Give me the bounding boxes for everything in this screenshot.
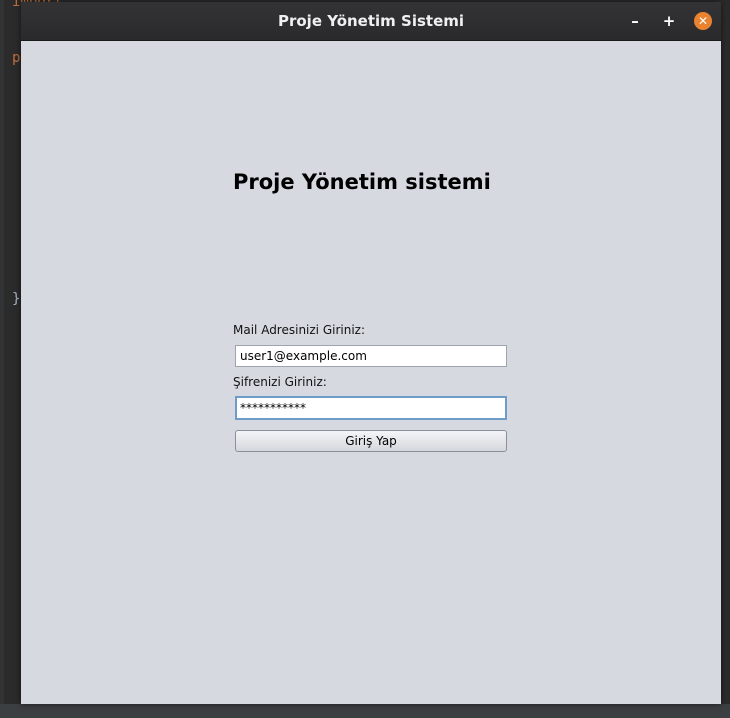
editor-gutter	[0, 0, 4, 718]
minimize-button[interactable]: –	[626, 12, 644, 30]
close-icon: ✕	[697, 14, 709, 28]
email-label: Mail Adresinizi Giriniz:	[233, 323, 366, 337]
window-title: Proje Yönetim Sistemi	[277, 12, 465, 30]
password-label: Şifrenizi Giriniz:	[233, 375, 327, 389]
close-button[interactable]: ✕	[694, 12, 712, 30]
maximize-button[interactable]: +	[660, 12, 678, 30]
minimize-icon: –	[631, 12, 639, 30]
background-code-line: }	[12, 291, 21, 307]
email-field[interactable]	[235, 345, 507, 367]
background-code-line: p	[12, 50, 21, 66]
ide-status-bar	[0, 704, 730, 718]
page-title: Proje Yönetim sistemi	[233, 170, 491, 194]
window-titlebar[interactable]: Proje Yönetim Sistemi – + ✕	[21, 2, 721, 41]
login-window: Proje Yönetim Sistemi – + ✕ Proje Yöneti…	[21, 2, 721, 704]
password-field[interactable]	[235, 396, 507, 420]
maximize-icon: +	[662, 12, 676, 30]
login-button[interactable]: Giriş Yap	[235, 430, 507, 452]
